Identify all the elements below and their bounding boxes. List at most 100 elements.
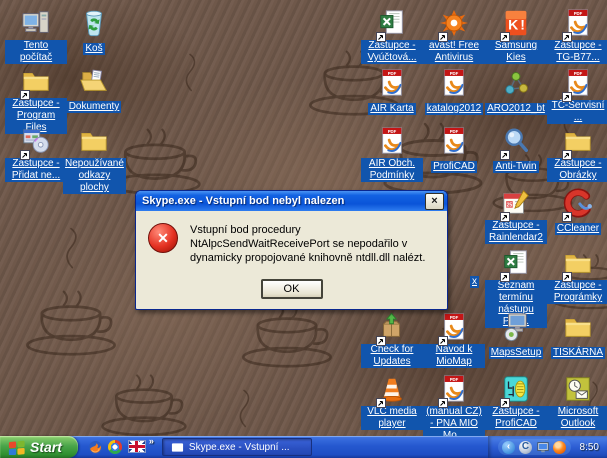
shortcut-arrow-icon (438, 29, 448, 39)
desktop-icon-label: Samsung Kies (485, 40, 547, 64)
system-tray: ‹C 8:50 (488, 436, 607, 458)
error-icon: ✕ (148, 223, 178, 253)
dialog-title-bar[interactable]: Skype.exe - Vstupní bod nebyl nalezen × (136, 191, 447, 211)
desktop-icon-zastupce-proficad[interactable]: Zástupce - ProfiCAD (485, 374, 547, 431)
desktop-icon-manual-cz-pna-mio-mo[interactable]: PDF(manual CZ) - PNA MIO Mo... (423, 374, 485, 436)
quick-launch-firefox-icon[interactable] (88, 440, 103, 455)
desktop-icon-tiskarna[interactable]: TISKÁRNA (547, 312, 607, 360)
coffee-cup-sketch (88, 372, 200, 436)
shortcut-arrow-icon (562, 147, 572, 157)
tray-ccleaner-icon[interactable]: C (519, 440, 533, 454)
desktop-icon-mapssetup[interactable]: MapsSetup (485, 312, 547, 360)
partially-hidden-icon-label[interactable]: x (470, 276, 479, 288)
dialog-button-row: OK (136, 273, 447, 309)
desktop-icon-label: Zástupce - Přidat ne... (5, 158, 67, 182)
pdf-icon: PDF (439, 374, 469, 404)
desktop-icon-label: Microsoft Outlook (547, 406, 607, 430)
desktop-icon-tc-servisni[interactable]: PDFTČ-Servisní ... (547, 68, 607, 125)
pdf-icon: PDF (377, 126, 407, 156)
shortcut-arrow-icon (438, 395, 448, 405)
desktop-icon-label: Návod k MioMap (423, 344, 485, 368)
svg-text:PDF: PDF (450, 129, 459, 134)
desktop-icon-label: ARO2012_bt (485, 103, 547, 115)
desktop-icon-dokumenty[interactable]: Dokumenty (63, 66, 125, 114)
proficad-icon (501, 374, 531, 404)
quick-launch-chrome-icon[interactable] (108, 440, 123, 455)
dialog-body: ✕ Vstupní bod procedury NtAlpcSendWaitRe… (136, 211, 447, 273)
desktop-icon-zastupce-vyuctova[interactable]: Zástupce - Vyúčtová... (361, 8, 423, 65)
desktop-icon-ccleaner[interactable]: CCleaner (547, 188, 607, 236)
desktop-icon-label: Zástupce - Obrázky (547, 158, 607, 182)
desktop-icon-anti-twin[interactable]: Anti-Twin (485, 126, 547, 174)
windows-logo-icon (8, 439, 26, 455)
desktop-icon-label: Dokumenty (67, 101, 122, 113)
shortcut-arrow-icon (376, 29, 386, 39)
desktop-icon-zastupce-program-files[interactable]: Zástupce - Program Files (5, 66, 67, 135)
desktop-icon-label: Zástupce - Prográmky (547, 280, 607, 304)
desktop-icon-microsoft-outlook[interactable]: Microsoft Outlook (547, 374, 607, 431)
close-icon[interactable]: × (425, 193, 444, 210)
shortcut-arrow-icon (376, 395, 386, 405)
tray-display-icon[interactable] (536, 440, 550, 454)
pdf-icon: PDF (439, 68, 469, 98)
taskbar-clock[interactable]: 8:50 (580, 442, 599, 453)
desktop-icon-zastupce-obrazky[interactable]: Zástupce - Obrázky (547, 126, 607, 183)
desktop-icon-label: AIR Karta (368, 103, 415, 115)
desktop-icon-samsung-kies[interactable]: K!Samsung Kies (485, 8, 547, 65)
desktop-icon-proficad[interactable]: PDF ProfiCAD (423, 126, 485, 174)
desktop-icon-zastupce-programky[interactable]: Zástupce - Prográmky (547, 248, 607, 305)
desktop-icon-vlc-media-player[interactable]: VLC media player (361, 374, 423, 431)
desktop-icon-zastupce-rainlendar2[interactable]: 25Zástupce - Rainlendar2 (485, 188, 547, 245)
tray-avast-icon[interactable] (553, 440, 567, 454)
xp-desktop-screen: Tento počítačKoš Zástupce - Program Files… (0, 0, 607, 458)
desktop-icon-tento-pocitac[interactable]: Tento počítač (5, 8, 67, 65)
folder-icon (563, 312, 593, 342)
shortcut-arrow-icon (20, 87, 30, 97)
desktop-icon-label: CCleaner (555, 223, 601, 235)
desktop-icon-air-karta[interactable]: PDFAIR Karta (361, 68, 423, 116)
steam-swirl-sketch (178, 52, 202, 93)
desktop-icon-navod-k-miomap[interactable]: PDF Návod k MioMap (423, 312, 485, 369)
tray-collapse-icon[interactable]: ‹ (502, 440, 516, 454)
desktop-icon-label: avast! Free Antivirus (423, 40, 485, 64)
calendar-icon: 25 (501, 188, 531, 218)
quick-launch-overflow-chevron-icon[interactable]: » (149, 436, 154, 458)
shortcut-arrow-icon (500, 29, 510, 39)
desktop-icon-label: ProfiCAD (431, 161, 477, 173)
shortcut-arrow-icon (376, 333, 386, 343)
molecule-icon (501, 68, 531, 98)
maps-setup-icon (501, 312, 531, 342)
svg-text:PDF: PDF (450, 71, 459, 76)
dialog-message: Vstupní bod procedury NtAlpcSendWaitRece… (190, 223, 437, 265)
desktop-icon-air-obch-podminky[interactable]: PDFAIR Obch. Podmínky (361, 126, 423, 183)
pdf-icon: PDF (439, 312, 469, 342)
desktop-icon-kos[interactable]: Koš (63, 8, 125, 56)
svg-text:PDF: PDF (388, 129, 397, 134)
shortcut-arrow-icon (562, 209, 572, 219)
shortcut-arrow-icon (562, 89, 572, 99)
shortcut-arrow-icon (562, 269, 572, 279)
desktop-icon-label: (manual CZ) - PNA MIO Mo... (423, 406, 485, 436)
desktop-icon-zastupce-pridat-ne[interactable]: Zástupce - Přidat ne... (5, 126, 67, 183)
desktop-icon-katalog2012[interactable]: PDFkatalog2012 (423, 68, 485, 116)
pdf-icon: PDF (563, 8, 593, 38)
coffee-cup-sketch (228, 300, 346, 371)
desktop-icon-label: Anti-Twin (493, 161, 538, 173)
desktop-icon-label: VLC media player (361, 406, 423, 430)
svg-text:!: ! (520, 17, 525, 33)
svg-text:PDF: PDF (574, 71, 583, 76)
excel-doc-icon (501, 248, 531, 278)
start-button[interactable]: Start (0, 436, 78, 458)
desktop-icon-avast-free-antivirus[interactable]: avast! Free Antivirus (423, 8, 485, 65)
taskbar-task-button-skype-error[interactable]: Skype.exe - Vstupní ... (162, 438, 312, 456)
desktop-icon-aro2012-bt[interactable]: ARO2012_bt (485, 68, 547, 116)
svg-text:PDF: PDF (450, 315, 459, 320)
steam-swirl-sketch (232, 388, 256, 429)
desktop-icon-nepouzivane-odkazy-plochy[interactable]: Nepoužívané odkazy plochy (63, 126, 125, 195)
desktop-icon-check-for-updates[interactable]: Check for Updates (361, 312, 423, 369)
pdf-icon: PDF (439, 126, 469, 156)
shortcut-arrow-icon (500, 269, 510, 279)
ok-button[interactable]: OK (261, 279, 323, 299)
desktop-icon-zastupce-tg-b77[interactable]: PDFZástupce - TG-B77... (547, 8, 607, 65)
quick-launch-uk-flag-icon[interactable] (128, 440, 143, 455)
